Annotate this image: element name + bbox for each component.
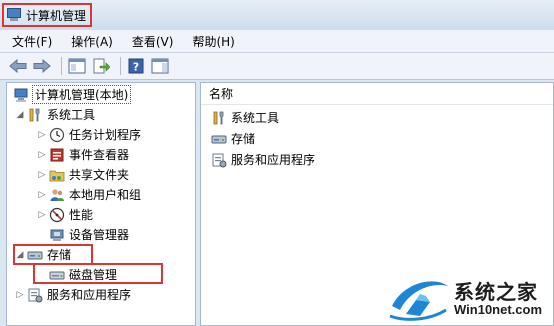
expanded-triangle-icon[interactable]: ◢: [15, 110, 25, 120]
services-icon: [211, 152, 227, 168]
tree-item-root[interactable]: 计算机管理(本地): [11, 85, 132, 104]
tree-item-device-manager[interactable]: 设备管理器: [47, 225, 129, 244]
tree-label: 本地用户和组: [69, 188, 142, 202]
list-item[interactable]: 服务和应用程序: [209, 150, 315, 169]
column-header-label: 名称: [209, 87, 234, 101]
collapsed-triangle-icon[interactable]: ▷: [37, 130, 47, 140]
users-icon: [49, 187, 65, 203]
list-item[interactable]: 系统工具: [209, 108, 279, 127]
collapsed-triangle-icon[interactable]: ▷: [37, 170, 47, 180]
watermark-logo-icon: [389, 281, 448, 321]
tree-item-shared-folders[interactable]: ▷ 共享文件夹: [37, 165, 129, 184]
tools-icon: [27, 107, 43, 123]
tree-label: 性能: [69, 208, 94, 222]
column-header-name[interactable]: 名称: [201, 83, 553, 105]
tree-label: 服务和应用程序: [47, 288, 132, 302]
window-title-highlight: 计算机管理: [2, 3, 93, 27]
computer-management-icon: [6, 8, 22, 22]
toolbar-separator: [61, 57, 62, 75]
console-tree-pane: 计算机管理(本地) ◢ 系统工具 ▷ 任务计划程序 ▷ 事件查看器 ▷ 共享文件…: [6, 82, 196, 326]
export-list-icon[interactable]: [91, 56, 111, 76]
back-arrow-icon[interactable]: [8, 56, 28, 76]
title-bar: 计算机管理: [0, 0, 554, 30]
watermark: 系统之家 Win10net.com: [384, 270, 554, 326]
disk-management-highlight: [33, 263, 163, 284]
window-title: 计算机管理: [26, 8, 87, 23]
tree-label: 任务计划程序: [69, 128, 142, 142]
toolbar: ?: [0, 53, 554, 80]
forward-arrow-icon[interactable]: [32, 56, 52, 76]
menu-file[interactable]: 文件(F): [0, 33, 59, 50]
tree-item-event-viewer[interactable]: ▷ 事件查看器: [37, 145, 129, 164]
help-icon[interactable]: ?: [126, 56, 146, 76]
tree-item-performance[interactable]: ▷ 性能: [37, 205, 93, 224]
collapsed-triangle-icon[interactable]: ▷: [37, 190, 47, 200]
svg-text:?: ?: [133, 61, 139, 74]
device-manager-icon: [49, 227, 65, 243]
tree-item-system-tools[interactable]: ◢ 系统工具: [15, 105, 95, 124]
collapsed-triangle-icon[interactable]: ▷: [37, 150, 47, 160]
watermark-brand: 系统之家: [454, 280, 538, 304]
action-pane-icon[interactable]: [150, 56, 170, 76]
collapsed-triangle-icon[interactable]: ▷: [37, 210, 47, 220]
storage-icon: [211, 131, 227, 147]
menu-help[interactable]: 帮助(H): [180, 33, 241, 50]
services-icon: [27, 287, 43, 303]
collapsed-triangle-icon[interactable]: ▷: [15, 290, 25, 300]
list-item-label: 存储: [231, 132, 256, 146]
menu-view[interactable]: 查看(V): [120, 33, 181, 50]
list-item-label: 系统工具: [231, 111, 280, 125]
event-viewer-icon: [49, 147, 65, 163]
tools-icon: [211, 110, 227, 126]
tree-label: 共享文件夹: [69, 168, 130, 182]
tree-item-local-users[interactable]: ▷ 本地用户和组: [37, 185, 141, 204]
computer-management-icon: [13, 87, 29, 103]
menu-action[interactable]: 操作(A): [59, 33, 120, 50]
storage-highlight: [13, 244, 93, 265]
tree-label: 设备管理器: [69, 228, 130, 242]
list-item-label: 服务和应用程序: [231, 153, 316, 167]
tree-item-task-scheduler[interactable]: ▷ 任务计划程序: [37, 125, 141, 144]
tree-label: 系统工具: [47, 108, 96, 122]
list-item[interactable]: 存储: [209, 129, 255, 148]
show-console-tree-icon[interactable]: [67, 56, 87, 76]
watermark-url: Win10net.com: [454, 302, 543, 317]
performance-icon: [49, 207, 65, 223]
tree-label: 计算机管理(本地): [31, 85, 132, 104]
tree-item-services-apps[interactable]: ▷ 服务和应用程序: [15, 285, 131, 304]
shared-folder-icon: [49, 167, 65, 183]
clock-icon: [49, 127, 65, 143]
toolbar-separator: [120, 57, 121, 75]
tree-label: 事件查看器: [69, 148, 130, 162]
menu-bar: 文件(F) 操作(A) 查看(V) 帮助(H): [0, 30, 554, 53]
